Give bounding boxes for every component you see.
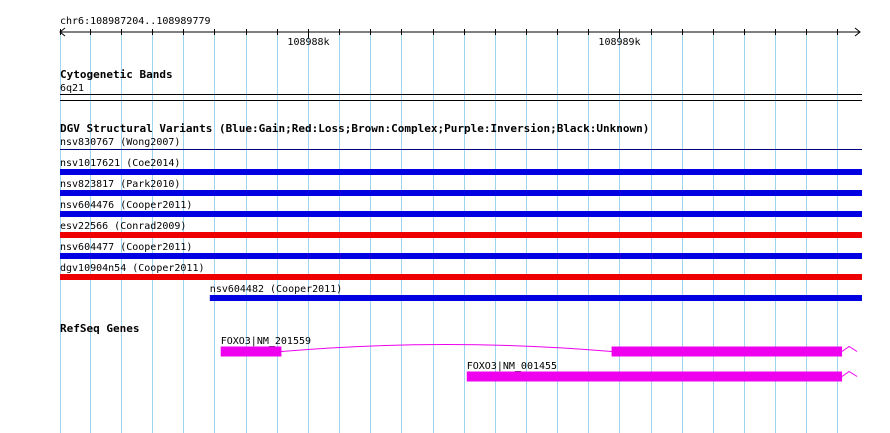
variant-bar[interactable] <box>60 211 862 217</box>
ruler-track[interactable]: chr6:108987204..108989779 108988k 108989k <box>59 16 861 48</box>
gene-continuation-icon <box>841 345 858 352</box>
track-canvas: chr6:108987204..108989779 108988k 108989k… <box>59 16 862 433</box>
gene-exon[interactable] <box>220 346 282 357</box>
variant-label: nsv823817 (Park2010) <box>60 179 180 190</box>
variant-bar[interactable] <box>60 253 862 259</box>
ruler-tick-label: 108989k <box>598 37 640 48</box>
refseq-genes-track[interactable]: RefSeq Genes FOXO3|NM_201559 FOXO3|NM_001… <box>60 322 858 382</box>
gene-exon[interactable] <box>466 371 843 382</box>
gene-label: FOXO3|NM_201559 <box>221 336 311 347</box>
gene-exon[interactable] <box>611 346 843 357</box>
cytoband-label: 6q21 <box>60 83 84 94</box>
dgv-track-title: DGV Structural Variants (Blue:Gain;Red:L… <box>60 122 649 135</box>
gene-continuation-icon <box>841 370 858 377</box>
variant-bar[interactable] <box>60 190 862 196</box>
variant-bar[interactable] <box>60 169 862 175</box>
variant-label: nsv604482 (Cooper2011) <box>210 284 342 295</box>
dgv-features[interactable]: nsv830767 (Wong2007) nsv1017621 (Coe2014)… <box>60 137 862 301</box>
variant-bar[interactable] <box>60 149 862 150</box>
variant-bar[interactable] <box>60 232 862 238</box>
gene-intron <box>281 344 612 352</box>
variant-label: nsv604477 (Cooper2011) <box>60 242 192 253</box>
gene-label: FOXO3|NM_001455 <box>467 361 557 372</box>
variant-label: nsv1017621 (Coe2014) <box>60 158 180 169</box>
dgv-structural-variants-track[interactable]: DGV Structural Variants (Blue:Gain;Red:L… <box>60 122 862 301</box>
ruler-tick-label: 108988k <box>287 37 329 48</box>
genome-browser-view: chr6:108987204..108989779 108988k 108989k… <box>0 0 890 433</box>
variant-label: dgv10904n54 (Cooper2011) <box>60 263 205 274</box>
refseq-track-title: RefSeq Genes <box>60 322 139 335</box>
variant-bar[interactable] <box>209 295 862 301</box>
cytogenetic-track-title: Cytogenetic Bands <box>60 68 173 81</box>
location-label: chr6:108987204..108989779 <box>60 16 211 27</box>
variant-bar[interactable] <box>60 274 862 280</box>
variant-label: esv22566 (Conrad2009) <box>60 221 186 232</box>
gene-features[interactable]: FOXO3|NM_201559 FOXO3|NM_001455 <box>220 336 858 382</box>
variant-label: nsv830767 (Wong2007) <box>60 137 180 148</box>
cytogenetic-bands-track[interactable]: Cytogenetic Bands 6q21 <box>60 68 862 101</box>
variant-label: nsv604476 (Cooper2011) <box>60 200 192 211</box>
